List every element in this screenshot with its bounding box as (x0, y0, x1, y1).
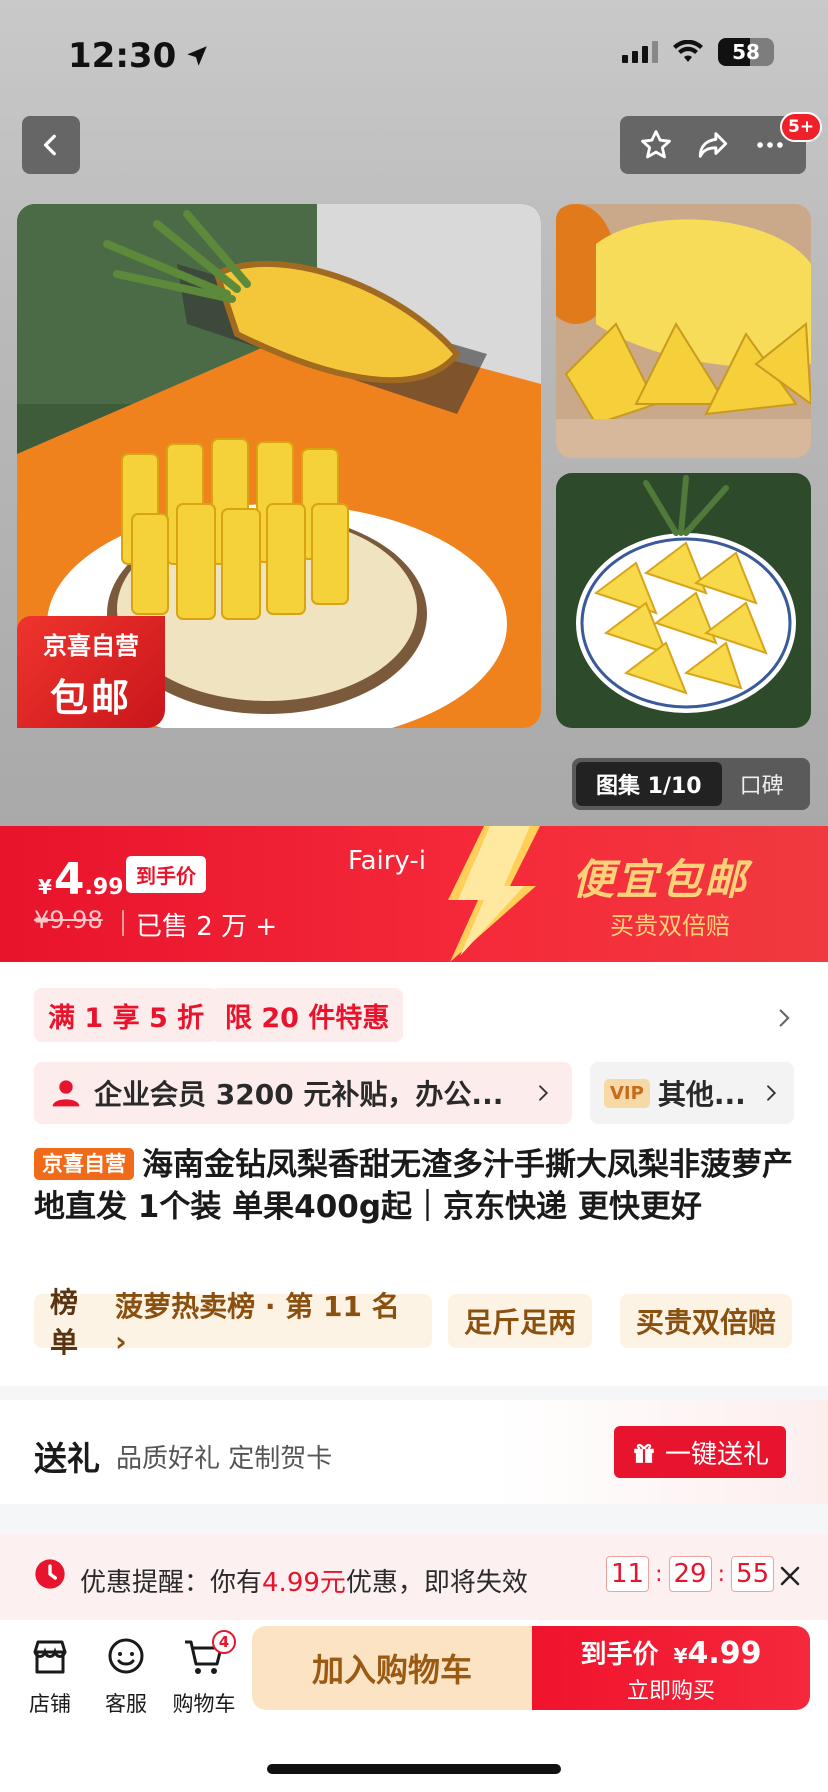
home-indicator (267, 1764, 561, 1774)
timer-seconds: 55 (731, 1556, 775, 1592)
enterprise-member-banner[interactable]: 企业会员 3200 元补贴，办公... (34, 1062, 572, 1124)
self-operated-stamp: 京喜自营 包邮 (17, 616, 165, 728)
original-price: ¥9.98 (34, 906, 103, 934)
nav-shop[interactable]: 店铺 (10, 1634, 90, 1718)
buy-now-button[interactable]: 到手价 ¥4.99 立即购买 (532, 1626, 810, 1710)
add-to-cart-button[interactable]: 加入购物车 (252, 1626, 532, 1710)
vip-text: 其他... (657, 1078, 746, 1111)
tab-album[interactable]: 图集 1/10 (576, 762, 722, 806)
buy-price-label: 到手价 (580, 1640, 659, 1670)
status-right: 58 (622, 38, 774, 66)
thumbnail-image-1[interactable] (556, 204, 811, 458)
nav-service[interactable]: 客服 (86, 1634, 166, 1718)
gift-icon (634, 1443, 654, 1463)
reminder-prefix: 优惠提醒：你有 (80, 1568, 263, 1598)
reminder-text: 优惠提醒：你有4.99元优惠，即将失效 (80, 1562, 528, 1599)
message-badge: 5+ (780, 112, 823, 142)
price-banner: ¥ 4 .99 到手价 ¥9.98 已售 2 万 + Fairy-i 便宜包邮 … (0, 826, 828, 962)
customer-service-icon (108, 1638, 144, 1674)
chevron-right-icon (767, 1085, 777, 1101)
weight-chip: 足斤足两 (448, 1294, 593, 1348)
share-icon[interactable] (695, 128, 731, 162)
product-title-text: 海南金钻凤梨香甜无渣多汁手撕大凤梨非菠萝产地直发 1个装 单果400g起｜京东快… (34, 1147, 793, 1225)
nav-cart[interactable]: 4 购物车 (164, 1630, 244, 1718)
product-title: 京喜自营 海南金钻凤梨香甜无渣多汁手撕大凤梨非菠萝产地直发 1个装 单果400g起… (34, 1144, 800, 1228)
send-gift-button[interactable]: 一键送礼 (614, 1426, 786, 1478)
battery-level: 58 (732, 40, 760, 64)
buy-price: 4.99 (687, 1636, 762, 1671)
countdown-timer: 11 : 29 : 55 (606, 1556, 775, 1592)
section-divider (0, 1386, 828, 1400)
tab-reviews[interactable]: 口碑 (722, 768, 802, 800)
reminder-suffix: 优惠，即将失效 (345, 1568, 528, 1598)
product-gallery: 12:30 58 5+ 京喜自营 包邮 图集 1/10 口碑 (0, 0, 828, 826)
reminder-amount: 4.99元 (262, 1568, 346, 1598)
vip-benefits[interactable]: VIP 其他... (590, 1062, 794, 1124)
bottom-action-bar: 店铺 客服 4 购物车 加入购物车 到手价 ¥4.99 立即购买 (0, 1620, 828, 1792)
coupon-discount[interactable]: 满 1 享 5 折 (34, 988, 219, 1042)
coupons-chevron-right-icon[interactable] (774, 1008, 794, 1028)
gift-subtitle: 品质好礼 定制贺卡 (116, 1444, 333, 1474)
battery-icon: 58 (718, 38, 774, 66)
promo-title: 便宜包邮 (572, 855, 749, 904)
back-button[interactable] (22, 116, 80, 174)
promo-subtitle: 买贵双倍赔 (610, 912, 730, 940)
user-icon (52, 1080, 80, 1107)
chevron-left-icon (43, 134, 56, 156)
buy-currency: ¥ (673, 1644, 688, 1668)
nav-service-label: 客服 (105, 1692, 147, 1716)
member-text: 企业会员 3200 元补贴，办公... (94, 1078, 504, 1111)
chevron-right-icon (539, 1085, 549, 1101)
nav-shop-label: 店铺 (29, 1692, 71, 1716)
coupon-limited[interactable]: 限 20 件特惠 (211, 988, 404, 1042)
location-arrow-icon (187, 46, 207, 66)
sold-count: 已售 2 万 + (136, 912, 278, 942)
guarantee-chip: 买贵双倍赔 (620, 1294, 793, 1348)
stamp-line1: 京喜自营 (43, 632, 139, 660)
signal-icon (622, 41, 658, 63)
gift-title: 送礼 (34, 1439, 100, 1478)
stamp-line2: 包邮 (49, 676, 132, 720)
watermark-text: Fairy-i (348, 846, 426, 876)
self-operated-tag: 京喜自营 (34, 1148, 134, 1180)
timer-minutes: 29 (668, 1556, 712, 1592)
header-actions (620, 116, 806, 174)
lightning-icon (448, 826, 540, 962)
send-gift-label: 一键送礼 (664, 1439, 769, 1470)
cart-count-badge: 4 (212, 1630, 236, 1654)
buy-price-line: 到手价 ¥4.99 (532, 1634, 810, 1671)
price-divider (122, 910, 124, 936)
section-divider (0, 1504, 828, 1534)
timer-hours: 11 (606, 1556, 650, 1592)
gift-section: 送礼 品质好礼 定制贺卡 一键送礼 (0, 1400, 828, 1504)
store-icon (33, 1640, 67, 1674)
gallery-tabs: 图集 1/10 口碑 (572, 758, 810, 810)
status-bar: 12:30 58 (0, 0, 828, 110)
rank-value: 菠萝热卖榜 · 第 11 名 › (115, 1289, 400, 1358)
price-decimal: .99 (84, 875, 124, 900)
wifi-icon (673, 40, 703, 62)
time-text: 12:30 (68, 36, 177, 76)
close-icon[interactable] (778, 1564, 802, 1588)
status-time: 12:30 (68, 36, 210, 76)
vip-icon: VIP (604, 1078, 650, 1108)
buy-now-label: 立即购买 (626, 1679, 715, 1704)
clock-icon (35, 1559, 65, 1589)
rank-label: 榜单 (50, 1286, 79, 1359)
final-price-tag: 到手价 (126, 856, 206, 893)
ranking-chip[interactable]: 榜单 菠萝热卖榜 · 第 11 名 › (34, 1286, 432, 1359)
thumbnail-image-2[interactable] (556, 473, 811, 728)
favorite-star-icon[interactable] (639, 128, 673, 162)
price-integer: 4 (53, 854, 85, 905)
nav-cart-label: 购物车 (172, 1692, 236, 1716)
currency-symbol: ¥ (38, 875, 52, 899)
discount-reminder: 优惠提醒：你有4.99元优惠，即将失效 11 : 29 : 55 (0, 1534, 828, 1620)
current-price: ¥ 4 .99 (38, 854, 124, 905)
